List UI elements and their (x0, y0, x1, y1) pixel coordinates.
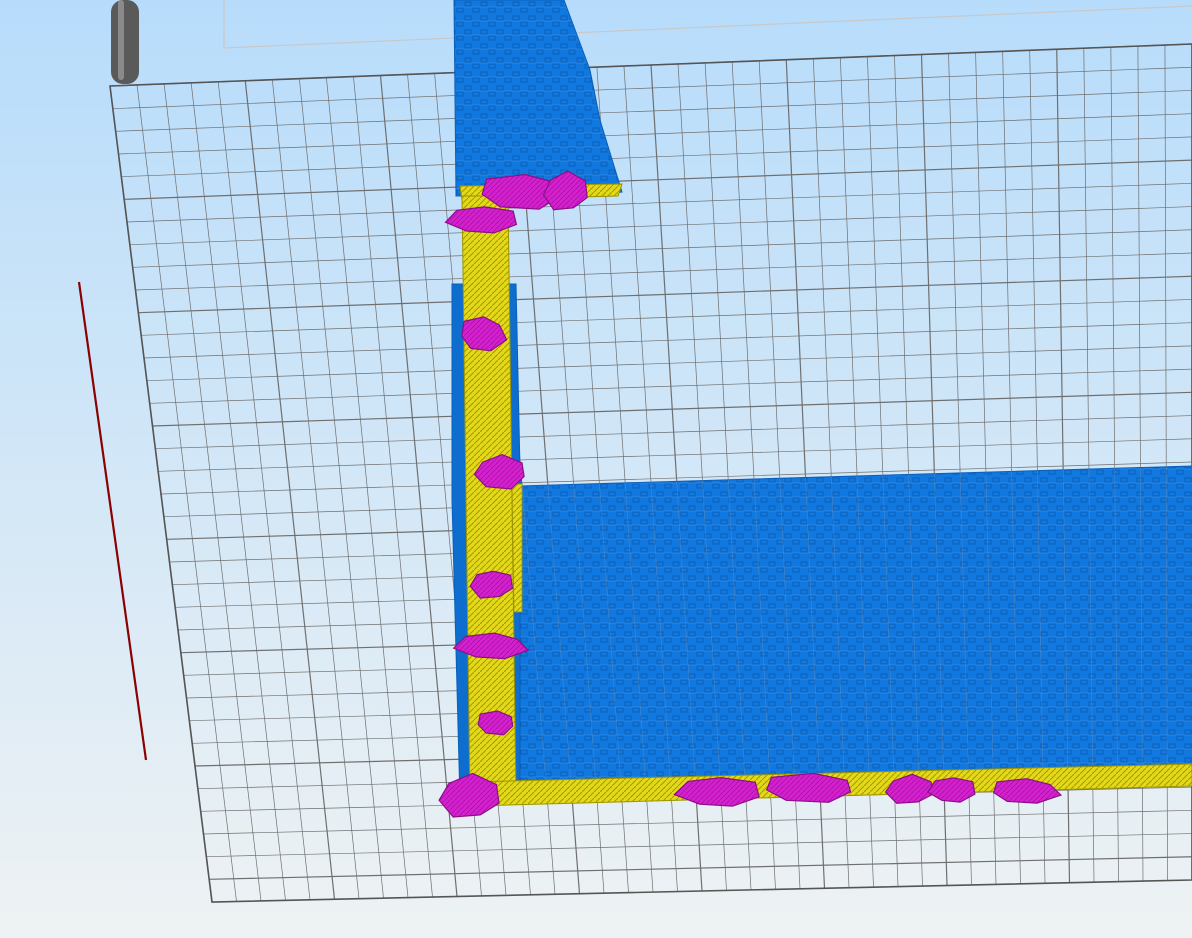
nozzle-rod-highlight (118, 0, 124, 80)
perimeter-inner (511, 483, 523, 613)
scene-canvas[interactable] (0, 0, 1192, 938)
main-infill-slab (519, 465, 1192, 787)
perimeter-vertical (461, 195, 517, 803)
nozzle-rod (111, 0, 139, 84)
3d-viewport[interactable] (0, 0, 1192, 938)
